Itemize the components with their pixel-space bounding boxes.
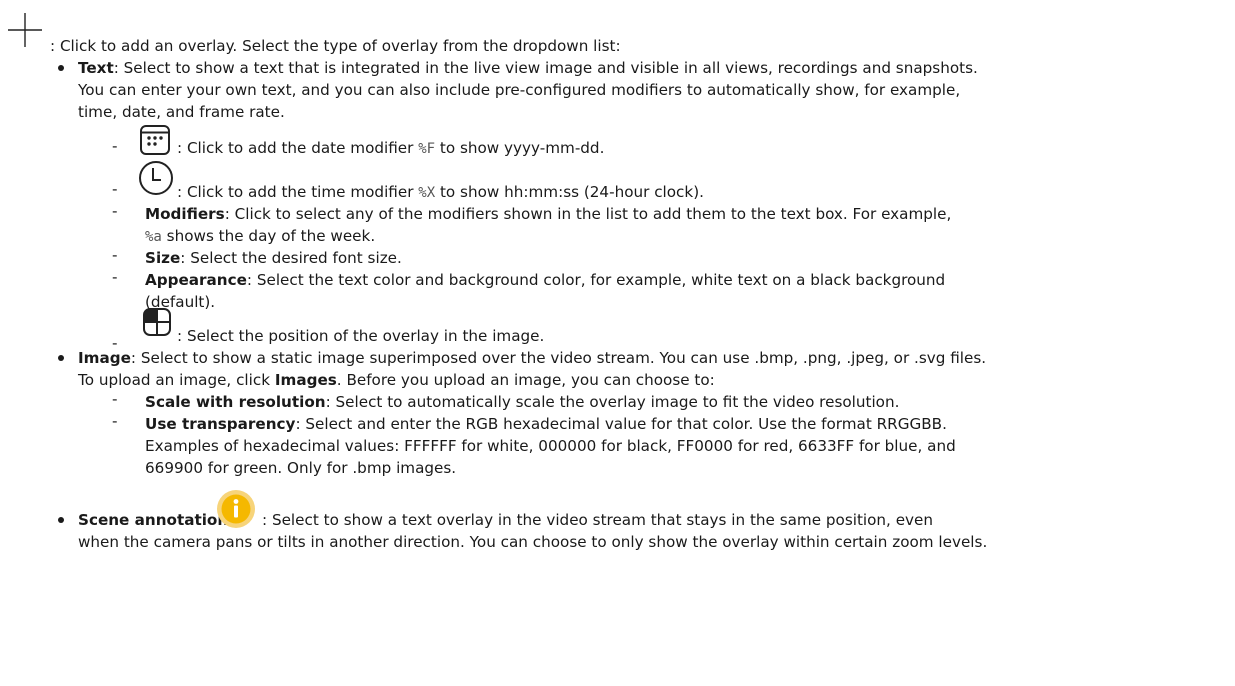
plus-icon[interactable] bbox=[6, 11, 44, 49]
modifiers-code: %a bbox=[145, 229, 162, 245]
dash: - bbox=[112, 412, 118, 430]
scale-desc: : Select to automatically scale the over… bbox=[325, 393, 900, 411]
image-item-line2: To upload an image, click Images. Before… bbox=[78, 369, 715, 391]
info-icon bbox=[216, 489, 256, 529]
image-item-desc: : Select to show a static image superimp… bbox=[130, 349, 987, 367]
date-code: %F bbox=[418, 141, 436, 157]
dash: - bbox=[112, 137, 118, 155]
images-link[interactable]: Images bbox=[275, 371, 337, 389]
time-modifier-text: : Click to add the time modifier %X to s… bbox=[177, 181, 704, 204]
modifiers-label: Modifiers bbox=[145, 205, 225, 223]
image-line2-before: To upload an image, click bbox=[78, 371, 275, 389]
calendar-icon[interactable] bbox=[139, 124, 171, 156]
size-desc: : Select the desired font size. bbox=[180, 249, 402, 267]
time-after: to show hh:mm:ss (24-hour clock). bbox=[435, 183, 704, 201]
transparency-line2: Examples of hexadecimal values: FFFFFF f… bbox=[145, 437, 956, 455]
transparency-line1: Use transparency: Select and enter the R… bbox=[145, 413, 947, 435]
text-item-desc: : Select to show a text that is integrat… bbox=[113, 59, 978, 77]
transparency-line3: 669900 for green. Only for .bmp images. bbox=[145, 459, 457, 477]
dash: - bbox=[112, 202, 118, 220]
time-code: %X bbox=[418, 185, 436, 201]
appearance-label: Appearance bbox=[145, 271, 247, 289]
position-text: : Select the position of the overlay in … bbox=[177, 327, 545, 345]
dash: - bbox=[112, 180, 118, 198]
scale-line: Scale with resolution: Select to automat… bbox=[145, 391, 899, 413]
scene-label: Scene annotation bbox=[78, 511, 229, 529]
modifiers-desc: : Click to select any of the modifiers s… bbox=[224, 205, 952, 223]
bullet bbox=[58, 355, 64, 361]
size-label: Size bbox=[145, 249, 181, 267]
text-item-line2: You can enter your own text, and you can… bbox=[78, 81, 961, 99]
appearance-desc: : Select the text color and background c… bbox=[246, 271, 946, 289]
image-line2-after: . Before you upload an image, you can ch… bbox=[336, 371, 715, 389]
modifiers-line2: %a shows the day of the week. bbox=[145, 225, 375, 248]
clock-icon[interactable] bbox=[138, 160, 174, 196]
text-item-line1: Text: Select to show a text that is inte… bbox=[78, 57, 978, 79]
size-line: Size: Select the desired font size. bbox=[145, 247, 402, 269]
dash: - bbox=[112, 268, 118, 286]
text-item-label: Text bbox=[78, 59, 114, 77]
modifiers-desc2: shows the day of the week. bbox=[161, 227, 376, 245]
image-item-label: Image bbox=[78, 349, 131, 367]
transparency-desc: : Select and enter the RGB hexadecimal v… bbox=[295, 415, 947, 433]
appearance-line1: Appearance: Select the text color and ba… bbox=[145, 269, 945, 291]
transparency-label: Use transparency bbox=[145, 415, 296, 433]
date-before: : Click to add the date modifier bbox=[177, 139, 419, 157]
image-item-line1: Image: Select to show a static image sup… bbox=[78, 347, 986, 369]
intro-text: : Click to add an overlay. Select the ty… bbox=[50, 37, 621, 55]
scale-label: Scale with resolution bbox=[145, 393, 326, 411]
scene-line1: : Select to show a text overlay in the v… bbox=[262, 511, 934, 529]
time-before: : Click to add the time modifier bbox=[177, 183, 419, 201]
bullet bbox=[58, 517, 64, 523]
position-grid-icon[interactable] bbox=[142, 307, 172, 337]
text-item-line3: time, date, and frame rate. bbox=[78, 103, 285, 121]
bullet bbox=[58, 65, 64, 71]
date-after: to show yyyy-mm-dd. bbox=[435, 139, 605, 157]
scene-line2: when the camera pans or tilts in another… bbox=[78, 533, 988, 551]
dash: - bbox=[112, 390, 118, 408]
modifiers-line1: Modifiers: Click to select any of the mo… bbox=[145, 203, 951, 225]
dash: - bbox=[112, 246, 118, 264]
date-modifier-text: : Click to add the date modifier %F to s… bbox=[177, 137, 604, 160]
